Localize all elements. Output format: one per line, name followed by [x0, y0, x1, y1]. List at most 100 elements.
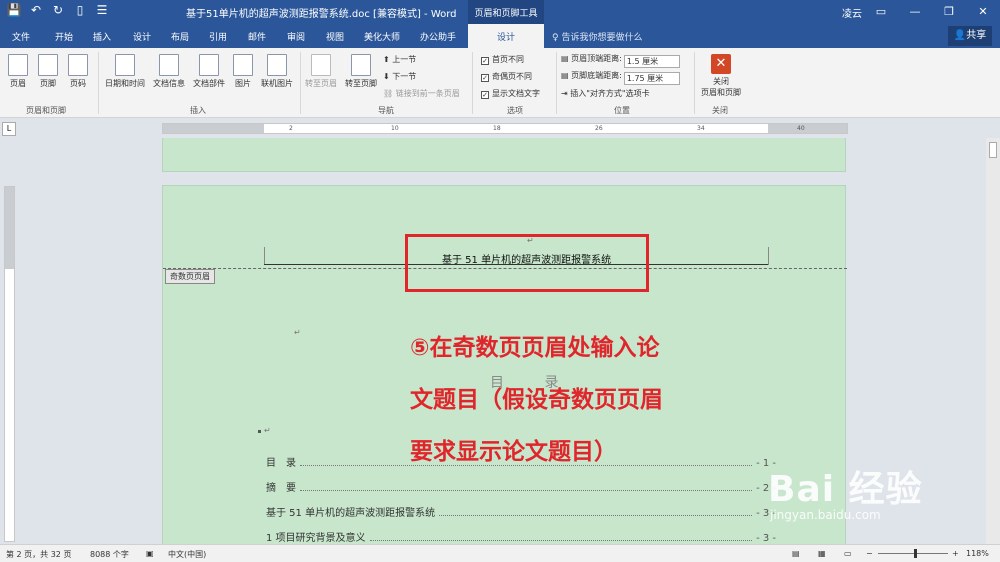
- goto-header-label: 转至页眉: [305, 79, 337, 88]
- footer-bottom-spinner[interactable]: 1.75 厘米: [623, 72, 680, 85]
- picture-button[interactable]: 图片: [231, 54, 255, 89]
- footer-bottom-label: 页脚底端距离:: [571, 71, 622, 80]
- group-label-header-footer: 页眉和页脚: [26, 106, 66, 115]
- group-divider: [300, 52, 301, 114]
- ruler-tick: 2: [289, 125, 293, 132]
- new-doc-icon[interactable]: ▯: [72, 3, 88, 17]
- different-odd-even-checkbox[interactable]: ✓ 奇偶页不同: [481, 71, 532, 82]
- scrollbar-thumb[interactable]: [989, 142, 997, 158]
- tab-beautify[interactable]: 美化大师: [364, 30, 400, 43]
- toc-row[interactable]: 基于 51 单片机的超声波测距报警系统 - 3 -: [266, 504, 776, 519]
- tab-office-assistant[interactable]: 办公助手: [420, 30, 456, 43]
- page-number-button[interactable]: 页码: [66, 54, 90, 89]
- footer-button[interactable]: 页脚: [36, 54, 60, 89]
- doc-info-button[interactable]: 文档信息: [150, 54, 188, 89]
- save-icon[interactable]: 💾: [6, 3, 22, 17]
- tab-file[interactable]: 文件: [12, 30, 30, 43]
- online-picture-button[interactable]: 联机图片: [258, 54, 296, 89]
- close-window-button[interactable]: ✕: [966, 0, 1000, 24]
- tab-home[interactable]: 开始: [55, 30, 73, 43]
- watermark-url: jingyan.baidu.com: [770, 508, 881, 522]
- proofing-icon[interactable]: ▣: [146, 549, 154, 558]
- tell-me-search[interactable]: ♀ 告诉我你想要做什么: [552, 30, 642, 43]
- show-document-text-checkbox[interactable]: ✓ 显示文档文字: [481, 88, 540, 99]
- zoom-slider-thumb[interactable]: [914, 549, 917, 558]
- header-top-distance: ▤ 页眉顶端距离: 1.5 厘米: [561, 53, 680, 68]
- tab-references[interactable]: 引用: [209, 30, 227, 43]
- tab-layout[interactable]: 布局: [171, 30, 189, 43]
- group-label-navigation: 导航: [378, 106, 394, 115]
- share-button[interactable]: 👤共享: [948, 26, 992, 46]
- minimize-button[interactable]: —: [898, 0, 932, 24]
- toc-entry-title: 摘 要: [266, 483, 296, 494]
- vertical-ruler[interactable]: [4, 186, 15, 542]
- redo-icon[interactable]: ↻: [50, 3, 66, 17]
- vertical-scrollbar[interactable]: [986, 138, 1000, 544]
- restore-button[interactable]: ❐: [932, 0, 966, 24]
- header-corner-mark: [264, 247, 265, 265]
- contextual-tool-label: 页眉和页脚工具: [468, 0, 544, 24]
- read-mode-icon[interactable]: ▤: [792, 549, 800, 558]
- header-top-label: 页眉顶端距离:: [571, 54, 622, 63]
- different-first-page-checkbox[interactable]: ✓ 首页不同: [481, 54, 524, 65]
- web-layout-icon[interactable]: ▭: [844, 549, 852, 558]
- ruler-tick: 10: [391, 125, 399, 132]
- status-bar: 第 2 页，共 32 页 8088 个字 ▣ 中文(中国) ▤ ▦ ▭ − + …: [0, 544, 1000, 562]
- horizontal-ruler[interactable]: 2 10 18 26 34 40: [162, 123, 848, 134]
- tab-selector[interactable]: L: [2, 122, 16, 136]
- zoom-out-icon[interactable]: −: [866, 549, 873, 558]
- tab-view[interactable]: 视图: [326, 30, 344, 43]
- online-picture-icon: [267, 54, 287, 76]
- previous-section-button[interactable]: ⬆ 上一节: [383, 54, 416, 65]
- goto-footer-icon: [351, 54, 371, 76]
- goto-footer-button[interactable]: 转至页脚: [342, 54, 380, 89]
- zoom-level[interactable]: 118%: [966, 549, 989, 558]
- tell-me-label: 告诉我你想要做什么: [561, 33, 643, 43]
- ruler-margin-left: [163, 124, 264, 133]
- tab-insert[interactable]: 插入: [93, 30, 111, 43]
- zoom-in-icon[interactable]: +: [952, 549, 959, 558]
- group-divider: [472, 52, 473, 114]
- toc-leader: [439, 515, 753, 516]
- next-section-button[interactable]: ⬇ 下一节: [383, 71, 416, 82]
- toc-row[interactable]: 摘 要- 2 -: [266, 479, 776, 494]
- link-to-previous-button[interactable]: ⛓ 链接到前一条页眉: [383, 88, 460, 99]
- close-header-footer-button[interactable]: ✕ 关闭 页眉和页脚: [698, 54, 744, 98]
- list-icon[interactable]: ☰: [94, 3, 110, 17]
- insert-alignment-tab-button[interactable]: ⇥ 插入"对齐方式"选项卡: [561, 88, 650, 99]
- tab-mailings[interactable]: 邮件: [248, 30, 266, 43]
- close-icon: ✕: [711, 54, 731, 74]
- watermark-brand: Bai 经验: [768, 469, 923, 510]
- goto-header-button[interactable]: 转至页眉: [302, 54, 340, 89]
- toc-row[interactable]: 1 项目研究背景及意义 - 3 -: [266, 529, 776, 544]
- doc-parts-button[interactable]: 文档部件: [190, 54, 228, 89]
- print-layout-icon[interactable]: ▦: [818, 549, 826, 558]
- zoom-slider[interactable]: [878, 553, 948, 554]
- ribbon-display-button[interactable]: ▭: [864, 0, 898, 24]
- doc-info-label: 文档信息: [153, 79, 185, 88]
- group-label-close: 关闭: [712, 106, 728, 115]
- tutorial-annotation: ⑤在奇数页页眉处输入论文题目（假设奇数页页眉要求显示论文题目）: [410, 335, 663, 465]
- up-arrow-icon: ⬆: [383, 55, 393, 64]
- footer-position-icon: ▤: [561, 71, 572, 80]
- goto-footer-label: 转至页脚: [345, 79, 377, 88]
- ruler-tick: 34: [697, 125, 705, 132]
- date-time-button[interactable]: 日期和时间: [102, 54, 148, 89]
- language-indicator[interactable]: 中文(中国): [168, 549, 206, 560]
- undo-icon[interactable]: ↶: [28, 3, 44, 17]
- tab-review[interactable]: 审阅: [287, 30, 305, 43]
- header-top-spinner[interactable]: 1.5 厘米: [623, 55, 680, 68]
- doc-parts-icon: [199, 54, 219, 76]
- paragraph-mark: ↵: [294, 328, 301, 337]
- group-label-position: 位置: [614, 106, 630, 115]
- tab-header-footer-design[interactable]: 设计: [468, 24, 544, 48]
- toc-page-number: - 3 -: [756, 533, 776, 544]
- header-button[interactable]: 页眉: [6, 54, 30, 89]
- page-count[interactable]: 第 2 页，共 32 页: [6, 549, 71, 560]
- tab-design[interactable]: 设计: [133, 30, 151, 43]
- toc-entry-title: 基于 51 单片机的超声波测距报警系统: [266, 508, 436, 519]
- word-count[interactable]: 8088 个字: [90, 549, 129, 560]
- calendar-icon: [115, 54, 135, 76]
- next-section-label: 下一节: [392, 72, 417, 81]
- user-name[interactable]: 凌云: [842, 5, 862, 20]
